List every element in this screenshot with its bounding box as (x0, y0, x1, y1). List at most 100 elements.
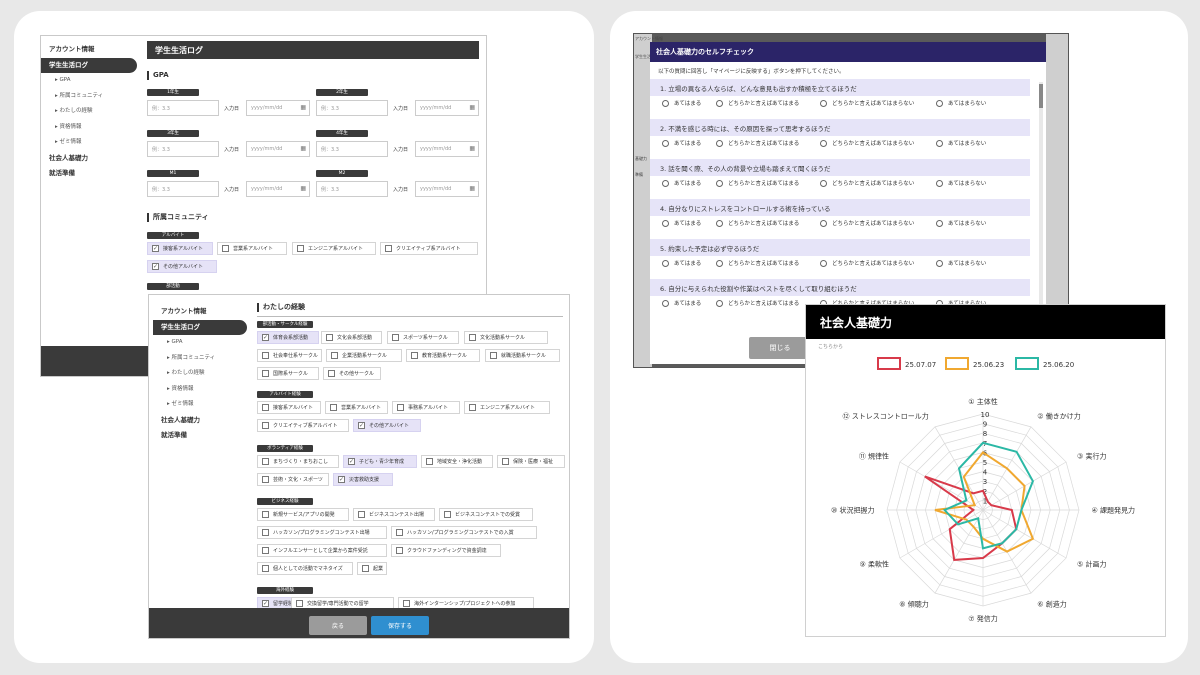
experience-checkbox[interactable]: 就職活動系サークル (485, 349, 560, 362)
gpa-input[interactable]: 例：3.3 (316, 181, 388, 197)
sidebar-item-student-log[interactable]: 学生生活ログ (41, 57, 137, 73)
answer-option[interactable]: どちらかと言えばあてはまる (716, 299, 799, 307)
part-time-checkbox[interactable]: ✓ その他アルバイト (147, 260, 217, 273)
answer-option[interactable]: あてはまらない (936, 259, 986, 267)
answer-option[interactable]: あてはまる (662, 299, 701, 307)
checkbox-box[interactable] (362, 565, 369, 572)
calendar-icon[interactable]: ▦ (469, 185, 475, 192)
checkbox-box[interactable]: ✓ (152, 245, 159, 252)
sidebar-item-seminar[interactable]: ▸ ゼミ情報 (41, 135, 137, 151)
part-time-checkbox[interactable]: エンジニア系アルバイト (292, 242, 376, 255)
experience-checkbox[interactable]: 芸術・文化・スポーツ (257, 473, 329, 486)
checkbox-box[interactable] (426, 458, 433, 465)
radio-button[interactable] (936, 139, 943, 147)
experience-checkbox[interactable]: 地域安全・浄化活動 (421, 455, 493, 468)
date-input[interactable]: yyyy/mm/dd ▦ (415, 181, 479, 197)
sidebar-item-job-prep[interactable]: 就活準備 (153, 428, 247, 444)
sidebar-item-license[interactable]: ▸ 資格情報 (41, 120, 137, 136)
close-button[interactable]: 閉じる (749, 337, 811, 359)
answer-option[interactable]: あてはまらない (936, 179, 986, 187)
radio-button[interactable] (716, 179, 723, 187)
answer-option[interactable]: どちらかと言えばあてはまる (716, 259, 799, 267)
checkbox-box[interactable] (396, 547, 403, 554)
checkbox-box[interactable] (331, 352, 338, 359)
sidebar-item-student-log[interactable]: 学生生活ログ (153, 319, 247, 335)
sidebar-item-job-prep[interactable]: 就活準備 (41, 166, 137, 182)
checkbox-box[interactable] (222, 245, 229, 252)
calendar-icon[interactable]: ▦ (469, 145, 475, 152)
experience-checkbox[interactable]: 教育活動系サークル (406, 349, 480, 362)
checkbox-box[interactable] (330, 404, 337, 411)
answer-option[interactable]: あてはまる (662, 259, 701, 267)
checkbox-box[interactable] (262, 565, 269, 572)
answer-option[interactable]: どちらかと言えばあてはまらない (820, 219, 914, 227)
experience-checkbox[interactable]: クラウドファンディングで資金調達 (391, 544, 501, 557)
checkbox-box[interactable] (262, 511, 269, 518)
answer-option[interactable]: あてはまらない (936, 139, 986, 147)
date-input[interactable]: yyyy/mm/dd ▦ (246, 181, 310, 197)
checkbox-box[interactable] (296, 600, 303, 607)
answer-option[interactable]: あてはまる (662, 219, 701, 227)
experience-checkbox[interactable]: ✓ 体育会系部活動 (257, 331, 319, 344)
radio-button[interactable] (662, 219, 669, 227)
experience-checkbox[interactable]: 文化会系部活動 (321, 331, 382, 344)
experience-checkbox[interactable]: ✓ 災害救助支援 (333, 473, 393, 486)
sidebar-item-gpa[interactable]: ▸ GPA (41, 73, 137, 89)
experience-checkbox[interactable]: ハッカソン/プログラミングコンテストでの入賞 (391, 526, 537, 539)
sidebar-item-license[interactable]: ▸ 資格情報 (153, 382, 247, 398)
checkbox-box[interactable] (297, 245, 304, 252)
date-input[interactable]: yyyy/mm/dd ▦ (246, 100, 310, 116)
checkbox-box[interactable] (358, 511, 365, 518)
answer-option[interactable]: あてはまる (662, 179, 701, 187)
radio-button[interactable] (936, 219, 943, 227)
gpa-input[interactable]: 例：3.3 (147, 100, 219, 116)
part-time-checkbox[interactable]: 営業系アルバイト (217, 242, 287, 255)
checkbox-box[interactable] (262, 547, 269, 554)
sidebar-item-account[interactable]: アカウント情報 (41, 42, 137, 58)
answer-option[interactable]: どちらかと言えばあてはまる (716, 219, 799, 227)
modal-scrollbar[interactable] (1039, 82, 1043, 317)
sidebar-item-basic-skills[interactable]: 社会人基礎力 (153, 413, 247, 429)
radio-button[interactable] (716, 259, 723, 267)
answer-option[interactable]: どちらかと言えばあてはまる (716, 139, 799, 147)
answer-option[interactable]: どちらかと言えばあてはまらない (820, 139, 914, 147)
radio-button[interactable] (716, 219, 723, 227)
radio-button[interactable] (716, 299, 723, 307)
sidebar-item-basic-skills[interactable]: 社会人基礎力 (41, 151, 137, 167)
gpa-input[interactable]: 例：3.3 (316, 141, 388, 157)
experience-checkbox[interactable]: まちづくり・まちおこし (257, 455, 339, 468)
experience-checkbox[interactable]: ビジネスコンテストでの受賞 (439, 508, 533, 521)
experience-checkbox[interactable]: 社会奉仕系サークル (257, 349, 322, 362)
experience-checkbox[interactable]: ✓ 子ども・青少年育成 (343, 455, 417, 468)
experience-checkbox[interactable]: 新規サービス/アプリの開発 (257, 508, 349, 521)
radio-button[interactable] (820, 259, 827, 267)
experience-checkbox[interactable]: スポーツ系サークル (387, 331, 459, 344)
radio-button[interactable] (662, 139, 669, 147)
radio-button[interactable] (936, 99, 943, 107)
experience-checkbox[interactable]: 営業系アルバイト (325, 401, 388, 414)
radio-button[interactable] (936, 259, 943, 267)
checkbox-box[interactable] (444, 511, 451, 518)
calendar-icon[interactable]: ▦ (300, 104, 306, 111)
date-input[interactable]: yyyy/mm/dd ▦ (415, 141, 479, 157)
sidebar-item-community[interactable]: ▸ 所属コミュニティ (153, 351, 247, 367)
back-button[interactable]: 戻る (309, 616, 367, 635)
radio-button[interactable] (820, 139, 827, 147)
answer-option[interactable]: あてはまらない (936, 219, 986, 227)
answer-option[interactable]: どちらかと言えばあてはまる (716, 99, 799, 107)
checkbox-box[interactable]: ✓ (358, 422, 365, 429)
checkbox-box[interactable] (326, 334, 333, 341)
answer-option[interactable]: どちらかと言えばあてはまる (716, 179, 799, 187)
answer-option[interactable]: どちらかと言えばあてはまらない (820, 99, 914, 107)
radio-button[interactable] (662, 179, 669, 187)
checkbox-box[interactable] (262, 422, 269, 429)
save-button[interactable]: 保存する (371, 616, 429, 635)
experience-checkbox[interactable]: 接客系アルバイト (257, 401, 321, 414)
answer-option[interactable]: どちらかと言えばあてはまらない (820, 179, 914, 187)
checkbox-box[interactable] (403, 600, 410, 607)
calendar-icon[interactable]: ▦ (300, 145, 306, 152)
checkbox-box[interactable] (262, 458, 269, 465)
experience-checkbox[interactable]: エンジニア系アルバイト (464, 401, 550, 414)
checkbox-box[interactable]: ✓ (152, 263, 159, 270)
experience-checkbox[interactable]: 国際系サークル (257, 367, 319, 380)
